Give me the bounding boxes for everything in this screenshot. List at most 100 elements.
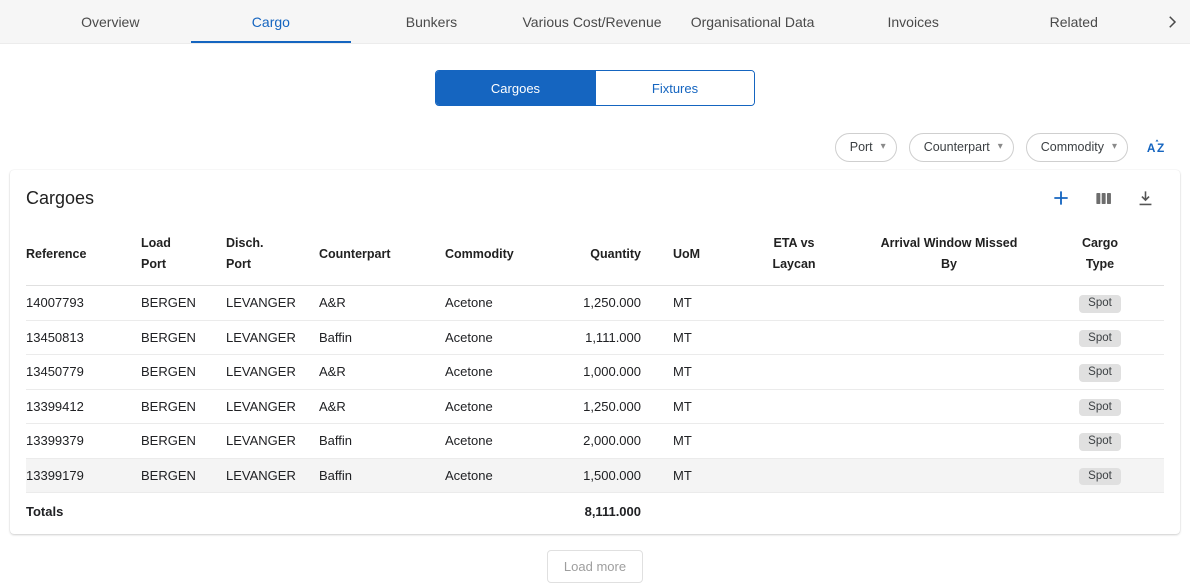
totals-empty-cell [742,493,862,531]
cell-cargo_type: Spot [1052,286,1164,321]
cargo-type-badge: Spot [1079,295,1121,313]
sort-by-alpha-icon: A Z [1146,137,1168,157]
cell-quantity: 1,111.000 [555,320,657,355]
cell-eta_vs_laycan [742,389,862,424]
chip-label: Commodity [1041,140,1104,154]
cell-commodity: Acetone [445,424,555,459]
filter-chip-commodity[interactable]: Commodity ▾ [1026,133,1128,162]
cell-counterpart: A&R [319,355,445,390]
cell-disch_port: LEVANGER [226,389,319,424]
nav-overflow-button[interactable] [1154,0,1190,43]
cell-eta_vs_laycan [742,424,862,459]
sort-by-alpha-button[interactable]: A Z [1144,134,1170,160]
nav-tab-invoices[interactable]: Invoices [833,0,994,43]
filter-chip-port[interactable]: Port▾ [835,133,897,162]
cell-quantity: 1,250.000 [555,286,657,321]
cell-commodity: Acetone [445,320,555,355]
cell-commodity: Acetone [445,286,555,321]
nav-tab-overview[interactable]: Overview [30,0,191,43]
add-cargo-button[interactable] [1050,187,1072,209]
column-header-eta_vs_laycan: ETA vsLaycan [742,221,862,286]
cell-commodity: Acetone [445,389,555,424]
table-header-row: ReferenceLoadPortDisch.PortCounterpartCo… [26,221,1164,286]
nav-tab-label: Various Cost/Revenue [523,14,662,30]
column-header-disch_port: Disch.Port [226,221,319,286]
cell-cargo_type: Spot [1052,320,1164,355]
chevron-down-icon: ▾ [998,142,1003,152]
cell-disch_port: LEVANGER [226,286,319,321]
cell-uom: MT [657,286,742,321]
table-row[interactable]: 13450779BERGENLEVANGERA&RAcetone1,000.00… [26,355,1164,390]
download-button[interactable] [1134,187,1156,209]
cell-counterpart: Baffin [319,424,445,459]
table-row[interactable]: 13399412BERGENLEVANGERA&RAcetone1,250.00… [26,389,1164,424]
cargo-type-badge: Spot [1079,364,1121,382]
table-body: 14007793BERGENLEVANGERA&RAcetone1,250.00… [26,286,1164,493]
toggle-cargoes[interactable]: Cargoes [436,71,595,105]
cell-disch_port: LEVANGER [226,355,319,390]
card-title: Cargoes [26,188,94,209]
chip-label: Counterpart [924,140,990,154]
cell-cargo_type: Spot [1052,424,1164,459]
chevron-down-icon: ▾ [1112,142,1117,152]
column-header-load_port: LoadPort [141,221,226,286]
table-row[interactable]: 13450813BERGENLEVANGERBaffinAcetone1,111… [26,320,1164,355]
cell-disch_port: LEVANGER [226,458,319,493]
cell-eta_vs_laycan [742,458,862,493]
top-navigation: Overview Cargo Bunkers Various Cost/Revenue… [0,0,1190,44]
column-header-reference: Reference [26,221,141,286]
cell-cargo_type: Spot [1052,458,1164,493]
cell-eta_vs_laycan [742,320,862,355]
cargo-type-badge: Spot [1079,330,1121,348]
totals-empty-cell [445,493,555,531]
table-row[interactable]: 13399379BERGENLEVANGERBaffinAcetone2,000… [26,424,1164,459]
cell-quantity: 2,000.000 [555,424,657,459]
cargo-type-badge: Spot [1079,399,1121,417]
column-header-cargo_type: CargoType [1052,221,1164,286]
cell-load_port: BERGEN [141,355,226,390]
nav-tab-organisational-data[interactable]: Organisational Data [672,0,833,43]
card-header: Cargoes [10,170,1180,221]
cell-commodity: Acetone [445,458,555,493]
table-row[interactable]: 14007793BERGENLEVANGERA&RAcetone1,250.00… [26,286,1164,321]
totals-label: Totals [26,493,141,531]
column-header-counterpart: Counterpart [319,221,445,286]
cell-load_port: BERGEN [141,458,226,493]
chip-label: Port [850,140,873,154]
cell-counterpart: Baffin [319,458,445,493]
totals-quantity: 8,111.000 [555,493,657,531]
column-header-quantity: Quantity [555,221,657,286]
cell-quantity: 1,000.000 [555,355,657,390]
cell-counterpart: A&R [319,286,445,321]
totals-row: Totals 8,111.000 [26,493,1164,531]
cell-load_port: BERGEN [141,320,226,355]
nav-spacer [0,0,30,43]
cell-arrival_window_missed_by [862,389,1052,424]
nav-tab-label: Related [1050,14,1098,30]
nav-tab-label: Cargo [252,14,290,30]
columns-button[interactable] [1092,187,1114,209]
card-actions [1050,187,1156,209]
nav-tab-related[interactable]: Related [993,0,1154,43]
filter-chip-counterpart[interactable]: Counterpart ▾ [909,133,1014,162]
cell-disch_port: LEVANGER [226,424,319,459]
totals-empty-cell [226,493,319,531]
toggle-fixtures[interactable]: Fixtures [595,71,754,105]
cell-commodity: Acetone [445,355,555,390]
cell-eta_vs_laycan [742,355,862,390]
nav-tab-bunkers[interactable]: Bunkers [351,0,512,43]
cell-load_port: BERGEN [141,286,226,321]
nav-tab-cargo[interactable]: Cargo [191,0,352,43]
cargoes-table: ReferenceLoadPortDisch.PortCounterpartCo… [26,221,1164,530]
chevron-right-icon [1163,13,1181,31]
cell-uom: MT [657,355,742,390]
filter-row: Port▾ Counterpart ▾ Commodity ▾ A Z [0,132,1170,162]
totals-empty-cell [319,493,445,531]
filter-chips: Port▾ Counterpart ▾ Commodity ▾ [835,133,1128,162]
cell-quantity: 1,250.000 [555,389,657,424]
view-toggle: CargoesFixtures [435,70,755,106]
nav-tab-various-cost-revenue[interactable]: Various Cost/Revenue [512,0,673,43]
totals-empty-cell [1052,493,1164,531]
svg-text:Z: Z [1157,141,1164,155]
table-row[interactable]: 13399179BERGENLEVANGERBaffinAcetone1,500… [26,458,1164,493]
